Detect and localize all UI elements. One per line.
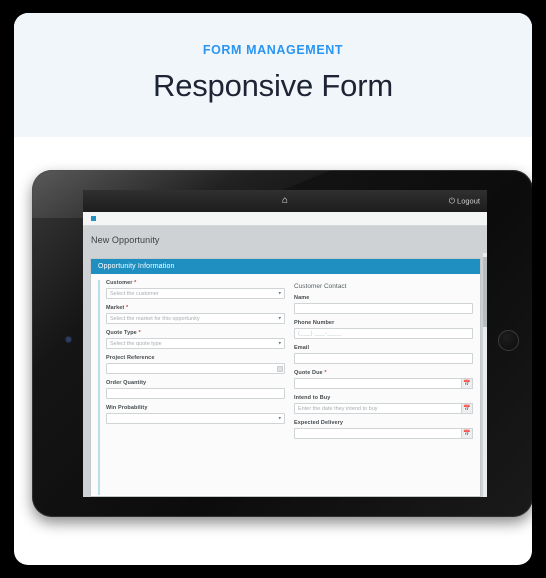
email-input[interactable] (294, 353, 473, 364)
field-customer: Customer * Select the customer ▾ (106, 280, 285, 299)
label-win-probability: Win Probability (106, 405, 148, 411)
field-win-probability: Win Probability ▾ (106, 405, 285, 424)
app-navbar: ⌂ ⏻ Logout (83, 190, 487, 212)
label-contact-name: Name (294, 295, 310, 301)
tablet-device: ⌂ ⏻ Logout New Opportunity Opportunity I… (32, 170, 532, 517)
quote-type-select[interactable]: Select the quote type ▾ (106, 338, 285, 349)
required-marker: * (125, 305, 129, 311)
label-intend-to-buy: Intend to Buy (294, 395, 331, 401)
customer-contact-heading: Customer Contact (294, 283, 347, 290)
camera-icon (66, 337, 71, 342)
market-select[interactable]: Select the market for this opportunity ▾ (106, 313, 285, 324)
order-quantity-input[interactable] (106, 388, 285, 399)
form-body: Opportunity Information Customer * Selec… (83, 253, 487, 497)
right-column: Customer Contact Name Phone Number (___)… (294, 280, 473, 495)
chevron-down-icon: ▾ (278, 340, 281, 346)
field-project-reference: Project Reference (106, 355, 285, 374)
page-title: Responsive Form (153, 68, 393, 103)
panel-heading: Opportunity Information (91, 259, 480, 274)
lookup-icon[interactable] (277, 365, 283, 372)
scrollbar-thumb[interactable] (483, 257, 487, 327)
intend-to-buy-input[interactable]: Enter the date they intend to buy 📅 (294, 403, 473, 414)
tablet-home-button[interactable] (498, 330, 519, 351)
contact-name-input[interactable] (294, 303, 473, 314)
field-quote-due: Quote Due * 📅 (294, 370, 473, 389)
label-market: Market * (106, 305, 129, 311)
panel-columns: Customer * Select the customer ▾ Market … (91, 274, 480, 495)
logout-button[interactable]: ⏻ Logout (449, 197, 480, 206)
phone-number-placeholder: (___) ___-____ (298, 330, 342, 337)
required-marker: * (138, 330, 141, 336)
label-phone-number: Phone Number (294, 320, 335, 326)
tablet-screen: ⌂ ⏻ Logout New Opportunity Opportunity I… (83, 190, 487, 497)
page-header: FORM MANAGEMENT Responsive Form (14, 13, 532, 137)
phone-number-input[interactable]: (___) ___-____ (294, 328, 473, 339)
expected-delivery-input[interactable]: 📅 (294, 428, 473, 439)
market-placeholder: Select the market for this opportunity (110, 315, 200, 322)
page-eyebrow: FORM MANAGEMENT (202, 43, 344, 57)
customer-select[interactable]: Select the customer ▾ (106, 288, 285, 299)
label-expected-delivery: Expected Delivery (294, 420, 344, 426)
quote-type-placeholder: Select the quote type (110, 340, 162, 347)
form-page-title: New Opportunity (91, 234, 160, 245)
breadcrumb (83, 212, 487, 226)
field-quote-type: Quote Type * Select the quote type ▾ (106, 330, 285, 349)
field-market: Market * Select the market for this oppo… (106, 305, 285, 324)
required-marker: * (324, 370, 327, 376)
customer-placeholder: Select the customer (110, 290, 159, 297)
label-order-quantity: Order Quantity (106, 380, 147, 386)
page-card: FORM MANAGEMENT Responsive Form ⌂ ⏻ Logo… (14, 13, 532, 565)
label-quote-type: Quote Type * (106, 330, 141, 336)
intend-to-buy-placeholder: Enter the date they intend to buy (298, 405, 378, 412)
win-probability-select[interactable]: ▾ (106, 413, 285, 424)
field-email: Email (294, 345, 473, 364)
calendar-icon[interactable]: 📅 (461, 403, 473, 414)
project-reference-input[interactable] (106, 363, 285, 374)
field-intend-to-buy: Intend to Buy Enter the date they intend… (294, 395, 473, 414)
field-phone-number: Phone Number (___) ___-____ (294, 320, 473, 339)
label-customer: Customer * (106, 280, 137, 286)
field-order-quantity: Order Quantity (106, 380, 285, 399)
chevron-down-icon: ▾ (278, 415, 281, 421)
scrollbar-track[interactable] (483, 253, 487, 497)
calendar-icon[interactable]: 📅 (461, 378, 473, 389)
label-project-reference: Project Reference (106, 355, 155, 361)
breadcrumb-dot-icon[interactable] (91, 216, 96, 221)
logout-label: Logout (457, 196, 480, 206)
left-column: Customer * Select the customer ▾ Market … (98, 280, 285, 495)
label-quote-due: Quote Due * (294, 370, 327, 376)
field-contact-name: Name (294, 295, 473, 314)
chevron-down-icon: ▾ (278, 290, 281, 296)
page-title-bar: New Opportunity (83, 226, 487, 253)
quote-due-input[interactable]: 📅 (294, 378, 473, 389)
required-marker: * (134, 280, 137, 286)
power-icon: ⏻ (448, 196, 456, 205)
chevron-down-icon: ▾ (278, 315, 281, 321)
field-expected-delivery: Expected Delivery 📅 (294, 420, 473, 439)
home-icon[interactable]: ⌂ (282, 196, 288, 206)
label-email: Email (294, 345, 310, 351)
calendar-icon[interactable]: 📅 (461, 428, 473, 439)
opportunity-panel: Opportunity Information Customer * Selec… (90, 258, 481, 497)
